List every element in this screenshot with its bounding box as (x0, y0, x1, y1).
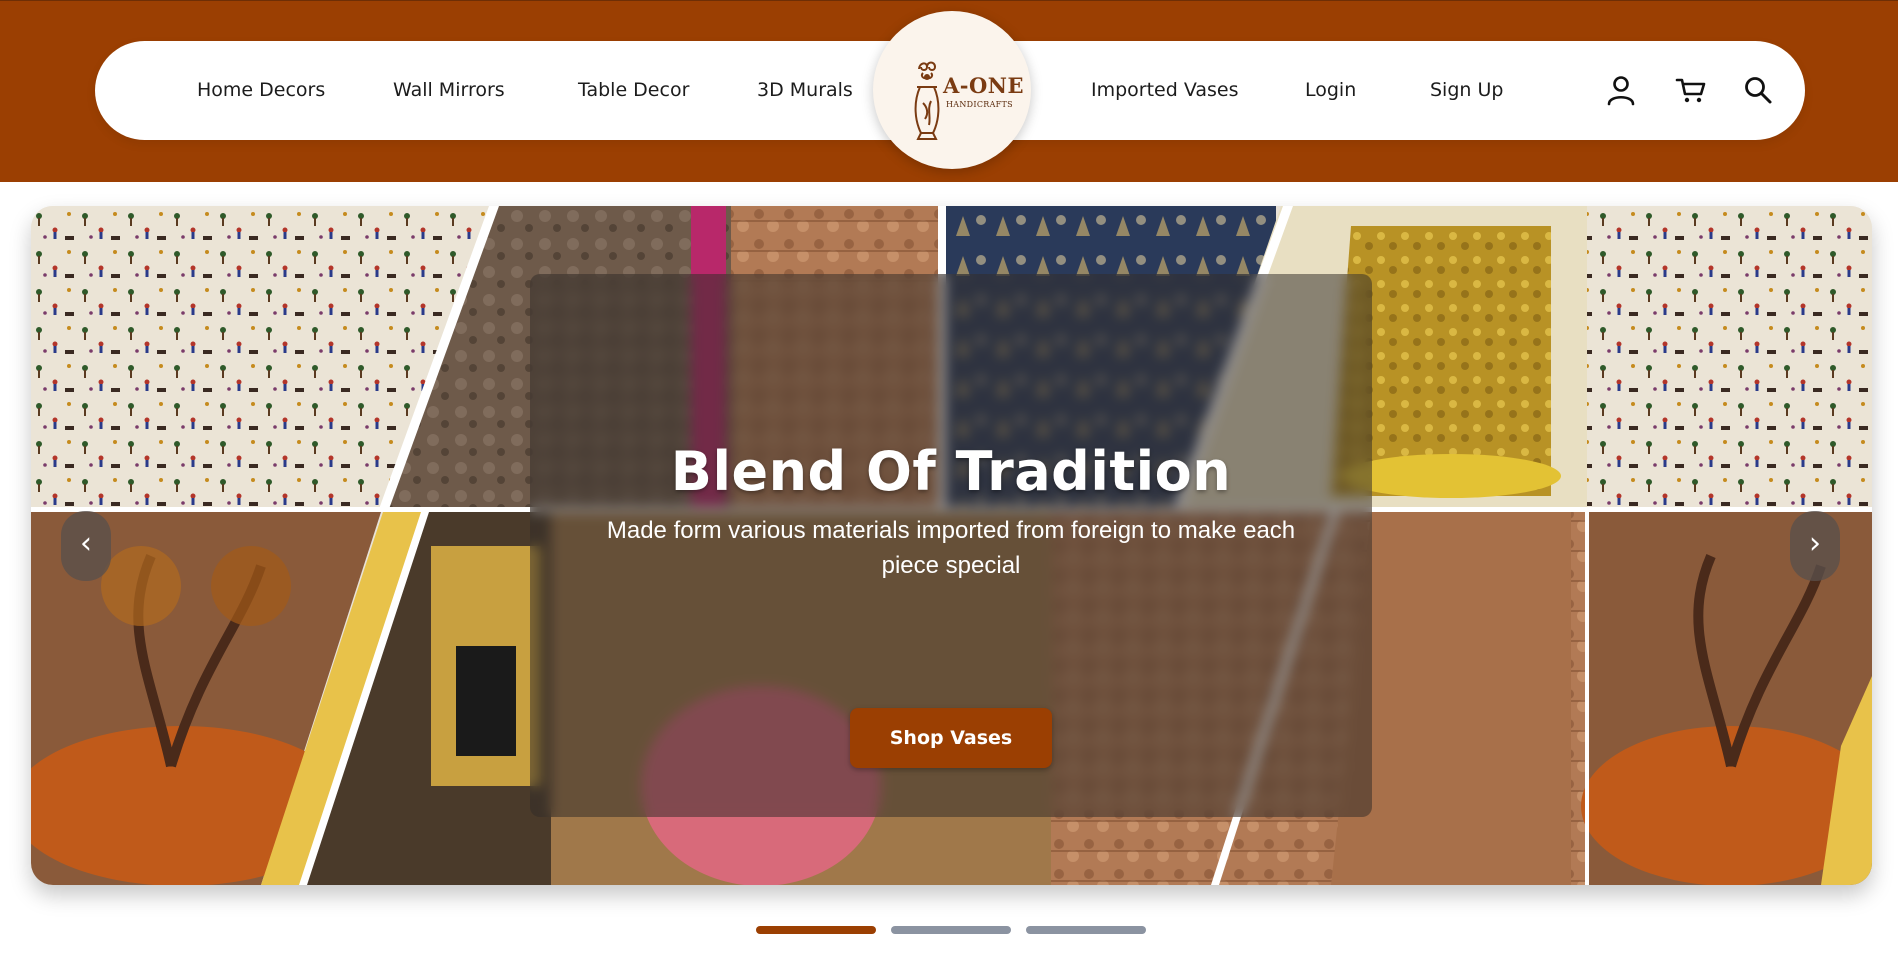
nav-link-3d-murals[interactable]: 3D Murals (757, 41, 853, 140)
cart-icon[interactable] (1674, 73, 1708, 107)
search-icon-svg (1745, 77, 1772, 104)
carousel-indicator-3[interactable] (1026, 926, 1146, 934)
carousel-indicator-1[interactable] (756, 926, 876, 934)
brand-logo[interactable]: A-ONE HANDICRAFTS (873, 11, 1031, 169)
hero-subtitle: Made form various materials imported fro… (606, 517, 1296, 579)
user-icon-svg (1607, 76, 1635, 106)
nav-link-login[interactable]: Login (1305, 41, 1356, 140)
nav-link-sign-up[interactable]: Sign Up (1430, 41, 1503, 140)
logo-wordmark: A-ONE (943, 73, 1025, 98)
carousel-indicator-2[interactable] (891, 926, 1011, 934)
chevron-right-icon: › (1809, 526, 1821, 561)
carousel-next-button[interactable]: › (1790, 511, 1840, 581)
search-icon[interactable] (1741, 73, 1775, 107)
shop-vases-button[interactable]: Shop Vases (850, 708, 1052, 768)
hero-overlay-card: Blend Of Tradition Made form various mat… (530, 274, 1372, 817)
nav-link-table-decor[interactable]: Table Decor (578, 41, 689, 140)
nav-link-wall-mirrors[interactable]: Wall Mirrors (393, 41, 505, 140)
hero-carousel: Blend Of Tradition Made form various mat… (31, 206, 1872, 885)
nav-link-imported-vases[interactable]: Imported Vases (1091, 41, 1239, 140)
chevron-left-icon: ‹ (80, 526, 92, 561)
hero-title: Blend Of Tradition (670, 440, 1232, 503)
logo-tagline: HANDICRAFTS (946, 100, 1013, 109)
user-icon[interactable] (1604, 73, 1638, 107)
nav-link-home-decors[interactable]: Home Decors (197, 41, 325, 140)
carousel-prev-button[interactable]: ‹ (61, 511, 111, 581)
cart-icon-svg (1675, 78, 1706, 103)
